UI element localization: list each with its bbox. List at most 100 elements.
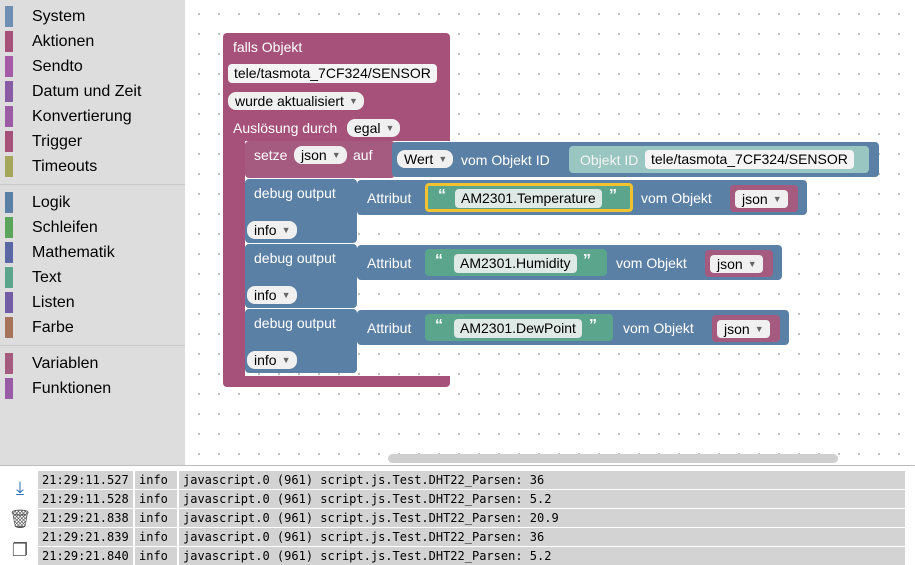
copy-icon[interactable]: ❐ [8, 538, 32, 562]
trigger-object-id-field[interactable]: tele/tasmota_7CF324/SENSOR [228, 64, 437, 83]
from-object-label-3: vom Objekt [623, 320, 694, 336]
toolbox-category-listen[interactable]: Listen [0, 291, 185, 314]
open-quote-1: “ [438, 187, 446, 204]
category-label: Mathematik [32, 243, 115, 261]
toolbox-category-aktionen[interactable]: Aktionen [0, 30, 185, 53]
set-label: setze [254, 147, 288, 163]
set-variable-dropdown[interactable]: json ▼ [294, 146, 347, 164]
set-on-label: auf [353, 147, 373, 163]
var-value-2: json [717, 256, 743, 272]
trigger-condition-value: wurde aktualisiert [235, 93, 344, 109]
var-dropdown-2[interactable]: json ▼ [710, 255, 763, 273]
log-row: 21:29:21.838 info javascript.0 (961) scrip… [38, 509, 905, 527]
dropdown-arrow-icon: ▼ [747, 259, 757, 269]
trigger-block-spine [223, 141, 245, 377]
log-msg: javascript.0 (961) script.js.Test.DHT22_… [179, 490, 905, 508]
toolbox-category-text[interactable]: Text [0, 266, 185, 289]
category-color-bar [5, 353, 13, 374]
scroll-down-icon[interactable]: ⤓ [8, 476, 32, 500]
log-level: info [135, 509, 177, 527]
horizontal-scrollbar[interactable] [388, 454, 838, 463]
debug-level-dropdown-3[interactable]: info ▼ [247, 351, 297, 369]
category-label: System [32, 7, 86, 25]
dropdown-arrow-icon: ▼ [754, 324, 764, 334]
dropdown-arrow-icon: ▼ [281, 290, 291, 300]
debug-label-2: debug output [254, 250, 336, 266]
category-color-bar [5, 156, 13, 177]
attr-value-3[interactable]: AM2301.DewPoint [454, 319, 582, 338]
toolbox-separator [0, 345, 185, 346]
trigger-block-bottom [223, 376, 450, 387]
debug-level-3: info [254, 352, 277, 368]
toolbox-category-variablen[interactable]: Variablen [0, 352, 185, 375]
toolbox-category-timeouts[interactable]: Timeouts [0, 155, 185, 178]
toolbox-category-trigger[interactable]: Trigger [0, 130, 185, 153]
toolbox-category-logik[interactable]: Logik [0, 191, 185, 214]
trigger-value-dropdown[interactable]: egal ▼ [347, 119, 401, 137]
dropdown-arrow-icon: ▼ [281, 355, 291, 365]
from-object-label-2: vom Objekt [616, 255, 687, 271]
debug-level-dropdown-1[interactable]: info ▼ [247, 221, 297, 239]
category-color-bar [5, 217, 13, 238]
from-object-label-1: vom Objekt [641, 190, 712, 206]
category-color-bar [5, 292, 13, 313]
dropdown-arrow-icon: ▼ [772, 194, 782, 204]
value-kind-dropdown[interactable]: Wert ▼ [397, 150, 454, 168]
toolbox-category-konvertierung[interactable]: Konvertierung [0, 105, 185, 128]
var-value-3: json [724, 321, 750, 337]
var-dropdown-3[interactable]: json ▼ [717, 320, 770, 338]
toolbox-category-sendto[interactable]: Sendto [0, 55, 185, 78]
object-id-label: Objekt ID [580, 152, 639, 168]
toolbox-category-datum-und-zeit[interactable]: Datum und Zeit [0, 80, 185, 103]
category-label: Farbe [32, 318, 74, 336]
log-row: 21:29:11.527 info javascript.0 (961) scrip… [38, 471, 905, 489]
trash-icon[interactable]: 🗑 [8, 507, 32, 531]
category-label: Funktionen [32, 379, 112, 397]
category-color-bar [5, 192, 13, 213]
category-label: Schleifen [32, 218, 98, 236]
category-color-bar [5, 6, 13, 27]
attr-value-1[interactable]: AM2301.Temperature [455, 189, 602, 208]
attr-label-2: Attribut [367, 255, 412, 271]
category-color-bar [5, 267, 13, 288]
log-time: 21:29:11.528 [38, 490, 133, 508]
log-time: 21:29:21.839 [38, 528, 133, 546]
toolbox-category-funktionen[interactable]: Funktionen [0, 377, 185, 400]
attr-label-3: Attribut [367, 320, 412, 336]
debug-level-dropdown-2[interactable]: info ▼ [247, 286, 297, 304]
set-variable-value: json [301, 147, 327, 163]
log-msg: javascript.0 (961) script.js.Test.DHT22_… [179, 528, 905, 546]
close-quote-1: ” [609, 187, 617, 204]
object-id-field[interactable]: tele/tasmota_7CF324/SENSOR [645, 150, 854, 169]
debug-level-2: info [254, 287, 277, 303]
log-row: 21:29:11.528 info javascript.0 (961) scrip… [38, 490, 905, 508]
category-color-bar [5, 31, 13, 52]
debug-level-1: info [254, 222, 277, 238]
toolbox-category-system[interactable]: System [0, 5, 185, 28]
category-color-bar [5, 242, 13, 263]
value-kind-value: Wert [404, 151, 434, 167]
dropdown-arrow-icon: ▼ [348, 96, 358, 106]
log-panel: ⤓ 🗑 ❐ 21:29:11.527 info javascript.0 (961) s… [0, 465, 915, 565]
category-color-bar [5, 106, 13, 127]
var-dropdown-1[interactable]: json ▼ [735, 190, 788, 208]
log-msg: javascript.0 (961) script.js.Test.DHT22_… [179, 509, 905, 527]
toolbox-separator [0, 184, 185, 185]
trigger-label: Auslösung durch [233, 120, 338, 136]
debug-label-3: debug output [254, 315, 336, 331]
category-label: Listen [32, 293, 75, 311]
log-row: 21:29:21.840 info javascript.0 (961) scrip… [38, 547, 905, 565]
toolbox-category-mathematik[interactable]: Mathematik [0, 241, 185, 264]
toolbox-category-farbe[interactable]: Farbe [0, 316, 185, 339]
log-level: info [135, 490, 177, 508]
close-quote-2: ” [583, 252, 591, 269]
log-toolbar: ⤓ 🗑 ❐ [0, 466, 38, 565]
trigger-title: falls Objekt [233, 39, 303, 55]
trigger-condition-dropdown[interactable]: wurde aktualisiert ▼ [228, 92, 364, 110]
category-label: Trigger [32, 132, 83, 150]
attr-value-2[interactable]: AM2301.Humidity [454, 254, 577, 273]
toolbox-category-schleifen[interactable]: Schleifen [0, 216, 185, 239]
blockly-editor: System Aktionen Sendto Datum und Zeit Konver… [0, 0, 915, 565]
log-time: 21:29:11.527 [38, 471, 133, 489]
workspace[interactable]: falls Objekt tele/tasmota_7CF324/SENSOR … [185, 0, 905, 465]
